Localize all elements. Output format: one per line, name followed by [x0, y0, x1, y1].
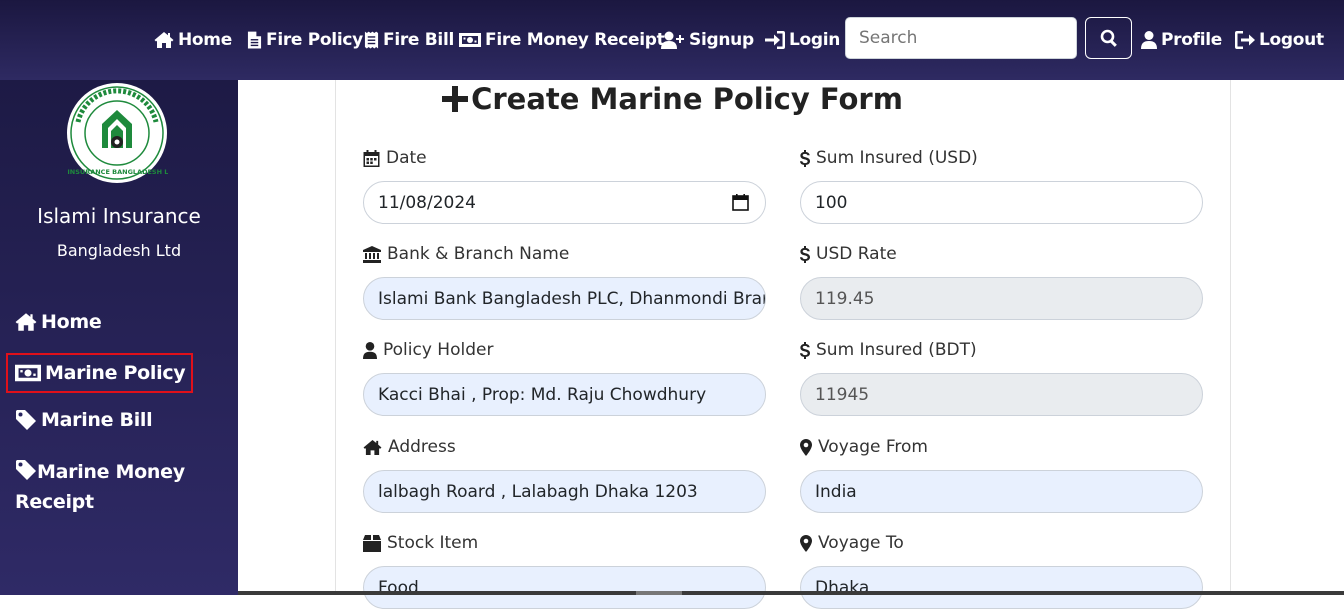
nav-login[interactable]: Login: [765, 28, 840, 52]
money-bill-icon: [15, 364, 41, 382]
horizontal-scrollbar[interactable]: [238, 591, 1344, 595]
brand-name: Islami Insurance: [37, 204, 201, 228]
search-icon: [1100, 29, 1117, 47]
nav-fire-bill-label: Fire Bill: [383, 30, 455, 50]
nav-logout[interactable]: Logout: [1235, 28, 1324, 52]
nav-fire-money-receipt-label: Fire Money Receipt: [485, 30, 665, 50]
dollar-icon: [800, 149, 810, 167]
voyage-from-label: Voyage From: [800, 437, 928, 457]
sidebar-item-marine-bill[interactable]: Marine Bill: [15, 409, 153, 431]
nav-logout-label: Logout: [1259, 30, 1324, 50]
receipt-icon: [364, 31, 379, 49]
usd-rate-label: USD Rate: [800, 244, 897, 264]
form-card: [335, 80, 1231, 595]
sidebar-item-home[interactable]: Home: [15, 311, 102, 333]
tag-icon: [16, 460, 36, 480]
nav-signup-label: Signup: [689, 30, 754, 50]
tag-icon: [16, 410, 36, 430]
home-icon: [154, 32, 174, 48]
dollar-icon: [800, 341, 810, 359]
nav-profile[interactable]: Profile: [1141, 28, 1222, 52]
date-input[interactable]: 11/08/2024: [363, 181, 766, 224]
usd-rate-input: 119.45: [800, 277, 1203, 320]
box-icon: [363, 534, 381, 552]
nav-home[interactable]: Home: [154, 28, 232, 52]
calendar-icon: [363, 149, 380, 167]
sidebar-item-label: Home: [41, 311, 102, 333]
voyage-from-input[interactable]: India: [800, 470, 1203, 513]
nav-signup[interactable]: Signup: [661, 28, 754, 52]
scrollbar-thumb[interactable]: [636, 591, 682, 595]
map-marker-icon: [800, 438, 812, 456]
sign-out-icon: [1235, 31, 1255, 49]
user-plus-icon: [661, 31, 684, 49]
sidebar-item-marine-policy[interactable]: Marine Policy: [6, 353, 193, 393]
nav-login-label: Login: [789, 30, 841, 50]
user-icon: [363, 341, 377, 359]
search-button[interactable]: [1085, 17, 1132, 59]
nav-fire-policy-label: Fire Policy: [266, 30, 363, 50]
voyage-to-label: Voyage To: [800, 533, 904, 553]
address-label: Address: [363, 437, 456, 457]
home-icon: [363, 439, 382, 455]
dollar-icon: [800, 245, 810, 263]
file-icon: [247, 31, 262, 49]
home-icon: [15, 313, 37, 331]
sidebar-item-label: Marine Bill: [41, 409, 153, 431]
calendar-picker-icon[interactable]: [732, 194, 749, 211]
voyage-to-input[interactable]: Dhaka: [800, 566, 1203, 609]
money-bill-icon: [459, 33, 481, 47]
sum-insured-bdt-input: 11945: [800, 373, 1203, 416]
map-marker-icon: [800, 534, 812, 552]
bank-branch-label: Bank & Branch Name: [363, 244, 569, 264]
bank-icon: [363, 245, 381, 263]
sum-insured-bdt-label: Sum Insured (BDT): [800, 340, 977, 360]
sign-in-icon: [765, 31, 785, 49]
svg-text:ISLAMI INSURANCE BANGLADESH LI: ISLAMI INSURANCE BANGLADESH LIMITED: [66, 168, 168, 176]
nav-fire-bill[interactable]: Fire Bill: [364, 28, 454, 52]
address-input[interactable]: lalbagh Roard , Lalabagh Dhaka 1203: [363, 470, 766, 513]
policy-holder-input[interactable]: Kacci Bhai , Prop: Md. Raju Chowdhury: [363, 373, 766, 416]
stock-item-input[interactable]: Food: [363, 566, 766, 609]
stock-item-label: Stock Item: [363, 533, 478, 553]
top-navbar: Home Fire Policy Fire Bill Fire Money Re…: [0, 0, 1344, 80]
nav-fire-money-receipt[interactable]: Fire Money Receipt: [459, 28, 665, 52]
user-icon: [1141, 31, 1157, 49]
bank-branch-input[interactable]: Islami Bank Bangladesh PLC, Dhanmondi Br…: [363, 277, 766, 320]
search-input[interactable]: [845, 17, 1077, 59]
sidebar-item-label: Marine Policy: [45, 362, 186, 384]
nav-fire-policy[interactable]: Fire Policy: [247, 28, 363, 52]
sum-insured-usd-label: Sum Insured (USD): [800, 148, 978, 168]
sum-insured-usd-input[interactable]: 100: [800, 181, 1203, 224]
date-label: Date: [363, 148, 427, 168]
nav-profile-label: Profile: [1161, 30, 1223, 50]
sidebar-item-label: Marine Money Receipt: [15, 461, 185, 513]
page-title-text: Create Marine Policy Form: [471, 82, 903, 116]
policy-holder-label: Policy Holder: [363, 340, 493, 360]
nav-home-label: Home: [178, 30, 232, 50]
brand-subtitle: Bangladesh Ltd: [56, 241, 182, 260]
plus-icon: [442, 86, 469, 112]
page-title: Create Marine Policy Form: [0, 82, 1344, 116]
sidebar-item-marine-money-receipt[interactable]: Marine Money Receipt: [15, 457, 215, 517]
